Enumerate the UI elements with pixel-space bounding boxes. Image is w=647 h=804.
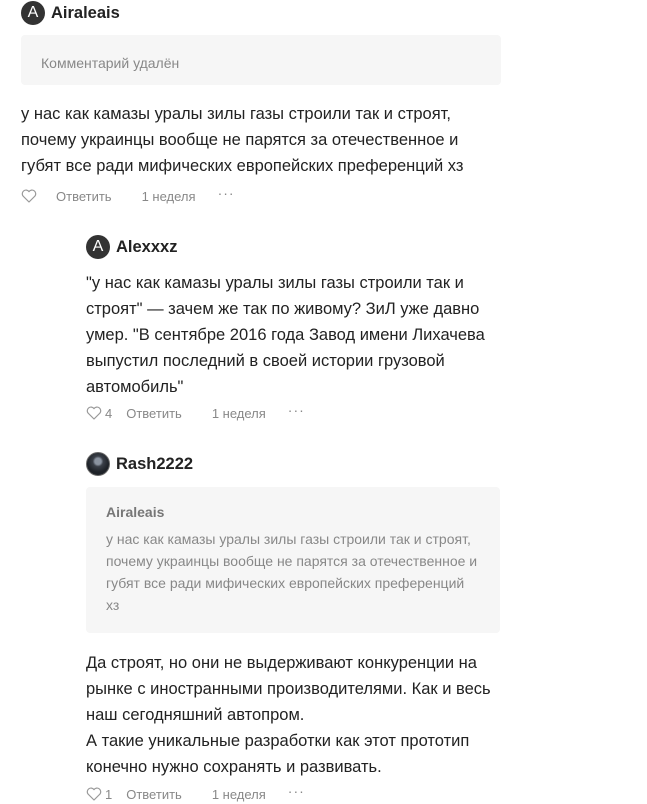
comment-header: Rash2222 xyxy=(86,451,516,477)
more-options-button[interactable]: ··· xyxy=(288,402,305,418)
deleted-comment-notice: Комментарий удалён xyxy=(21,35,501,85)
avatar[interactable] xyxy=(86,452,110,476)
comment: A Alexxxz "у нас как камазы уралы зилы г… xyxy=(86,234,516,421)
comment-text: "у нас как камазы уралы зилы газы строил… xyxy=(86,274,485,396)
quoted-author: Airaleais xyxy=(106,504,165,520)
quoted-comment: Airaleais у нас как камазы уралы зилы га… xyxy=(86,487,500,633)
avatar[interactable]: A xyxy=(21,1,45,25)
comment-header: A Alexxxz xyxy=(86,234,516,260)
deleted-notice-text: Комментарий удалён xyxy=(41,55,180,71)
more-options-button[interactable]: ··· xyxy=(288,783,305,799)
reply-button[interactable]: Ответить xyxy=(126,406,182,421)
timestamp[interactable]: 1 неделя xyxy=(212,787,266,802)
like-button[interactable] xyxy=(21,189,37,203)
comment-header: A Airaleais xyxy=(21,0,511,26)
comment-actions: 4 Ответить 1 неделя ··· xyxy=(86,402,386,423)
reply-button[interactable]: Ответить xyxy=(56,189,112,204)
author-name[interactable]: Alexxxz xyxy=(116,238,177,257)
avatar[interactable]: A xyxy=(86,235,110,259)
reply-button[interactable]: Ответить xyxy=(126,787,182,802)
like-count: 1 xyxy=(105,786,113,802)
comment-text: у нас как камазы уралы зилы газы строили… xyxy=(21,105,464,175)
author-name[interactable]: Rash2222 xyxy=(116,455,193,474)
more-options-button[interactable]: ··· xyxy=(218,185,235,201)
quoted-text: у нас как камазы уралы зилы газы строили… xyxy=(106,531,478,613)
like-button[interactable] xyxy=(86,406,102,420)
heart-icon xyxy=(86,787,102,801)
heart-icon xyxy=(86,406,102,420)
comment-actions: Ответить 1 неделя ··· xyxy=(21,185,321,206)
comment: A Airaleais Комментарий удалён у нас как… xyxy=(21,0,511,204)
timestamp[interactable]: 1 неделя xyxy=(142,189,196,204)
comment-actions: 1 Ответить 1 неделя ··· xyxy=(86,783,386,804)
timestamp[interactable]: 1 неделя xyxy=(212,406,266,421)
heart-icon xyxy=(21,189,37,203)
like-count: 4 xyxy=(105,405,113,421)
comment-text: Да строят, но они не выдерживают конкуре… xyxy=(86,654,491,776)
author-name[interactable]: Airaleais xyxy=(51,4,120,23)
like-button[interactable] xyxy=(86,787,102,801)
comment: Rash2222 Airaleais у нас как камазы урал… xyxy=(86,451,516,802)
